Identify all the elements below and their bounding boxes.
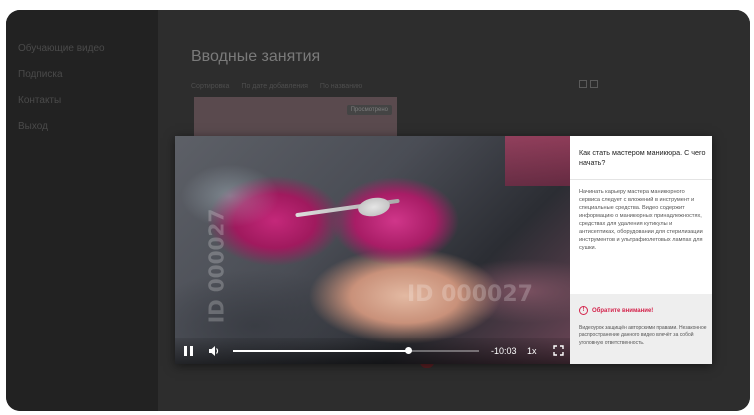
page-title: Вводные занятия bbox=[191, 48, 321, 65]
progress-knob[interactable] bbox=[404, 347, 412, 354]
info-divider bbox=[570, 179, 712, 180]
sort-by-name[interactable]: По названию bbox=[320, 83, 362, 90]
playback-speed-button[interactable]: 1x bbox=[527, 346, 537, 356]
grid-view-icon[interactable] bbox=[590, 80, 598, 88]
sidebar-item-subscription[interactable]: Подписка bbox=[18, 69, 63, 80]
sort-filters: Сортировка По дате добавления По названи… bbox=[191, 83, 362, 90]
notice-header: ! Обратите внимание! bbox=[579, 306, 653, 315]
video-background-shelf bbox=[505, 136, 570, 186]
view-toggle bbox=[579, 80, 598, 88]
watched-badge: Просмотрено bbox=[346, 105, 392, 115]
copyright-notice: ! Обратите внимание! Видеоурок защищён а… bbox=[570, 294, 712, 364]
notice-title: Обратите внимание! bbox=[592, 307, 654, 314]
time-remaining: -10:03 bbox=[491, 346, 517, 356]
video-title: Как стать мастером маникюра. С чего нача… bbox=[579, 148, 706, 167]
video-description: Начинать карьеру мастера маникюрного сер… bbox=[579, 189, 703, 251]
video-modal: ID 000027 ID 000027 -10:03 1x Как стать … bbox=[175, 136, 712, 364]
video-player[interactable]: ID 000027 ID 000027 -10:03 1x bbox=[175, 136, 570, 364]
sort-by-date[interactable]: По дате добавления bbox=[241, 83, 307, 90]
video-info-panel: Как стать мастером маникюра. С чего нача… bbox=[570, 136, 712, 364]
sort-label: Сортировка bbox=[191, 83, 230, 90]
video-watermark-vertical: ID 000027 bbox=[204, 208, 229, 324]
sidebar-item-videos[interactable]: Обучающие видео bbox=[18, 43, 105, 54]
player-controls: -10:03 1x bbox=[175, 338, 570, 364]
sidebar: Обучающие видео Подписка Контакты Выход bbox=[6, 10, 158, 411]
warning-icon: ! bbox=[579, 306, 588, 315]
sidebar-item-logout[interactable]: Выход bbox=[18, 121, 48, 132]
pause-icon[interactable] bbox=[184, 346, 193, 356]
video-watermark: ID 000027 bbox=[407, 282, 533, 307]
video-frame-disc bbox=[356, 195, 392, 219]
volume-icon[interactable] bbox=[208, 345, 220, 357]
sidebar-item-contacts[interactable]: Контакты bbox=[18, 95, 61, 106]
fullscreen-icon[interactable] bbox=[553, 345, 564, 356]
notice-text: Видеоурок защищён авторскими правами. Не… bbox=[579, 325, 707, 346]
progress-bar[interactable] bbox=[233, 347, 479, 354]
list-view-icon[interactable] bbox=[579, 80, 587, 88]
progress-fill bbox=[233, 350, 408, 352]
